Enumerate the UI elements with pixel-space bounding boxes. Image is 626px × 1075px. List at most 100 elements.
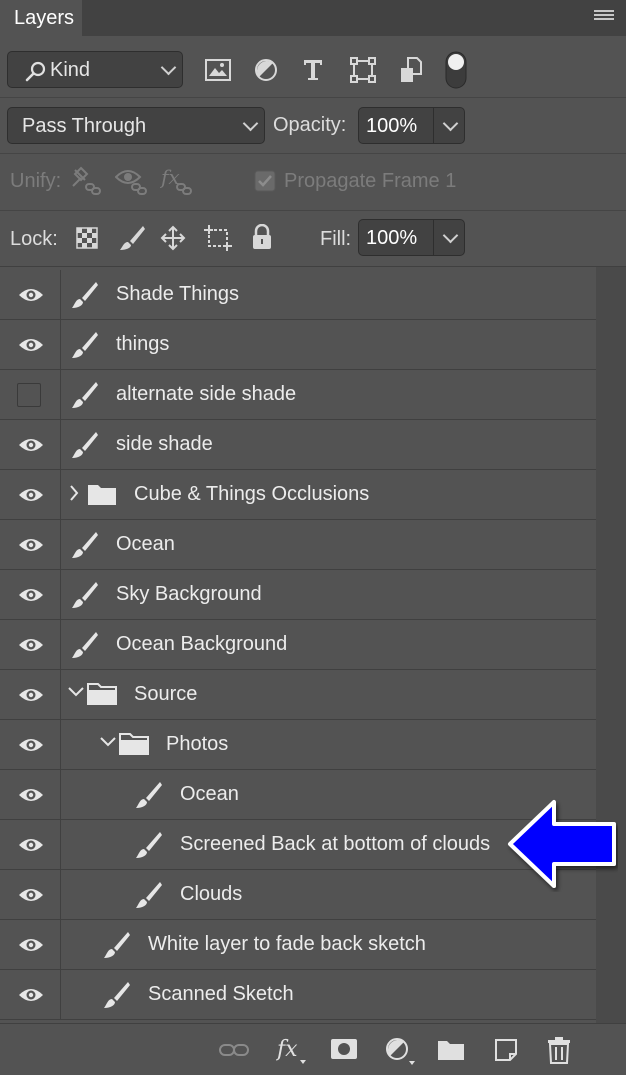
- image-filter-icon[interactable]: [205, 59, 231, 81]
- brush-icon: [72, 282, 98, 308]
- new-group-icon[interactable]: [437, 1039, 465, 1061]
- lock-artboard-icon[interactable]: [203, 224, 233, 252]
- eye-icon: [19, 989, 43, 1001]
- unify-position-icon: [72, 166, 101, 195]
- layer-group-row[interactable]: Photos: [0, 720, 596, 770]
- layer-name: Shade Things: [116, 283, 240, 305]
- brush-icon: [136, 832, 162, 858]
- fill-field[interactable]: 100%: [358, 219, 465, 256]
- layer-row[interactable]: things: [0, 320, 596, 370]
- visibility-toggle[interactable]: [0, 420, 61, 469]
- kind-filter-select[interactable]: Kind: [7, 51, 183, 88]
- lock-transparent-pixels-icon[interactable]: [76, 227, 98, 249]
- layer-row[interactable]: Shade Things: [0, 270, 596, 320]
- layer-name: Ocean: [180, 783, 239, 805]
- panel-tab-bar: Layers: [0, 0, 626, 36]
- layer-row[interactable]: alternate side shade: [0, 370, 596, 420]
- layer-list[interactable]: Shade Things things alternate side shade…: [0, 267, 626, 1023]
- layer-name: Photos: [166, 733, 229, 755]
- visibility-toggle[interactable]: [0, 820, 61, 869]
- visibility-toggle[interactable]: [0, 470, 61, 519]
- chevron-down-icon: [242, 115, 259, 132]
- eye-icon: [19, 739, 43, 751]
- unify-style-icon: fx: [160, 166, 192, 195]
- new-layer-icon[interactable]: [494, 1038, 518, 1062]
- layer-name: Ocean: [116, 533, 175, 555]
- visibility-toggle[interactable]: [0, 870, 61, 919]
- chevron-down-icon[interactable]: [67, 686, 85, 698]
- layer-name: Cube & Things Occlusions: [134, 483, 370, 505]
- chevron-down-icon[interactable]: [442, 227, 459, 244]
- eye-icon: [19, 889, 43, 901]
- layer-row[interactable]: side shade: [0, 420, 596, 470]
- layer-group-row[interactable]: Source: [0, 670, 596, 720]
- visibility-toggle[interactable]: [0, 620, 61, 669]
- chevron-down-icon[interactable]: [99, 736, 117, 748]
- lock-image-pixels-icon[interactable]: [118, 224, 146, 252]
- opacity-field[interactable]: 100%: [358, 107, 465, 144]
- adjustment-layer-icon[interactable]: [385, 1037, 417, 1067]
- visibility-toggle[interactable]: [0, 670, 61, 719]
- scrollbar[interactable]: [596, 267, 626, 1023]
- layer-row[interactable]: Sky Background: [0, 570, 596, 620]
- visibility-toggle[interactable]: [0, 970, 61, 1019]
- visibility-toggle[interactable]: [0, 270, 61, 319]
- layer-row[interactable]: Scanned Sketch: [0, 970, 596, 1020]
- shape-filter-icon[interactable]: [350, 57, 376, 83]
- eye-icon: [19, 489, 43, 501]
- visibility-toggle[interactable]: [0, 370, 61, 419]
- visibility-toggle[interactable]: [0, 320, 61, 369]
- smart-object-filter-icon[interactable]: [400, 57, 422, 83]
- layer-name: Ocean Background: [116, 633, 288, 655]
- lock-all-icon[interactable]: [251, 224, 273, 250]
- eye-icon: [19, 839, 43, 851]
- fill-label: Fill:: [320, 228, 352, 250]
- layers-tab[interactable]: Layers: [0, 0, 82, 36]
- layer-group-row[interactable]: Cube & Things Occlusions: [0, 470, 596, 520]
- layer-row[interactable]: White layer to fade back sketch: [0, 920, 596, 970]
- layer-name: Source: [134, 683, 198, 705]
- chevron-down-icon[interactable]: [442, 115, 459, 132]
- type-filter-icon[interactable]: [302, 58, 324, 82]
- divider: [433, 220, 434, 255]
- filter-toggle-icon[interactable]: [445, 51, 467, 89]
- add-mask-icon[interactable]: [331, 1039, 357, 1059]
- divider: [0, 153, 626, 154]
- opacity-label: Opacity:: [273, 114, 347, 136]
- layer-row[interactable]: Ocean Background: [0, 620, 596, 670]
- layers-footer: fx: [0, 1023, 626, 1075]
- visibility-toggle[interactable]: [0, 770, 61, 819]
- hidden-visibility-box: [17, 383, 41, 407]
- eye-icon: [19, 539, 43, 551]
- brush-icon: [136, 782, 162, 808]
- link-layers-icon[interactable]: [219, 1042, 249, 1058]
- brush-icon: [72, 382, 98, 408]
- visibility-toggle[interactable]: [0, 520, 61, 569]
- brush-icon: [72, 582, 98, 608]
- hamburger-icon[interactable]: [594, 10, 614, 24]
- blend-mode-select[interactable]: Pass Through: [7, 107, 265, 144]
- kind-label: Kind: [50, 59, 91, 81]
- visibility-toggle[interactable]: [0, 720, 61, 769]
- brush-icon: [104, 932, 130, 958]
- fill-value: 100%: [366, 227, 418, 249]
- adjustment-filter-icon[interactable]: [254, 58, 278, 82]
- layer-row[interactable]: Ocean: [0, 520, 596, 570]
- layer-name: alternate side shade: [116, 383, 297, 405]
- lock-position-icon[interactable]: [159, 224, 187, 252]
- layer-name: Scanned Sketch: [148, 983, 294, 1005]
- layer-name: Screened Back at bottom of clouds: [180, 833, 491, 855]
- trash-icon[interactable]: [547, 1036, 571, 1064]
- eye-icon: [19, 789, 43, 801]
- eye-icon: [19, 439, 43, 451]
- fx-layer-style-icon[interactable]: fx: [276, 1036, 310, 1066]
- eye-icon: [19, 939, 43, 951]
- visibility-toggle[interactable]: [0, 920, 61, 969]
- visibility-toggle[interactable]: [0, 570, 61, 619]
- eye-icon: [19, 639, 43, 651]
- layer-name: Clouds: [180, 883, 243, 905]
- brush-icon: [104, 982, 130, 1008]
- propagate-frame-checkbox[interactable]: [254, 170, 276, 192]
- chevron-right-icon[interactable]: [69, 484, 79, 502]
- folder-icon: [88, 485, 116, 505]
